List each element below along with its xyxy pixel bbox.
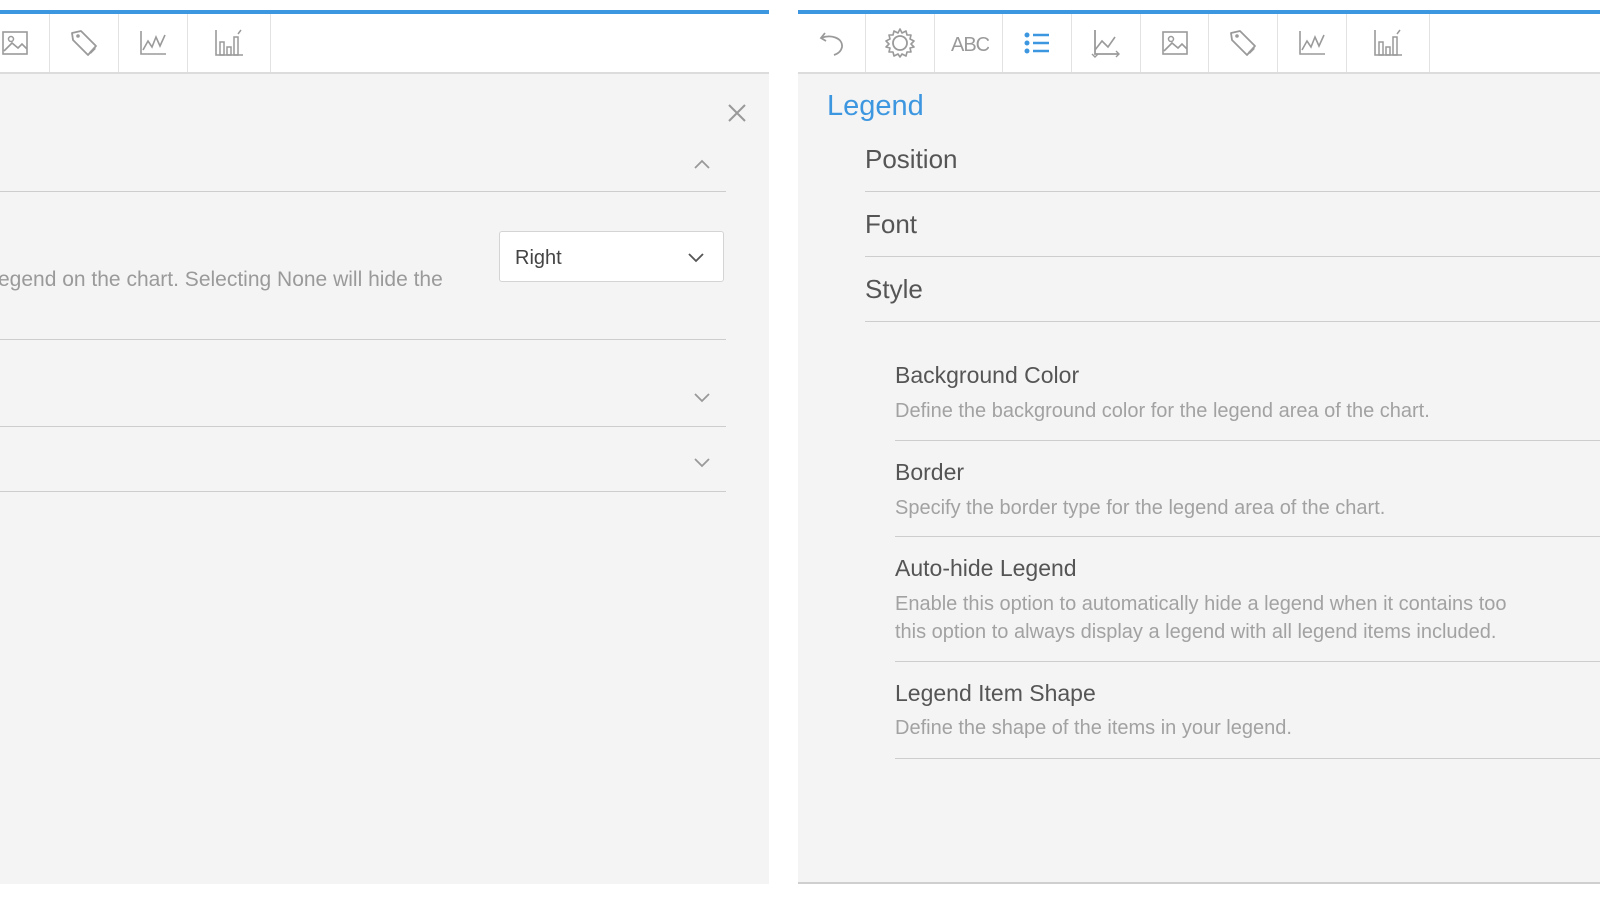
divider [895, 536, 1600, 537]
gear-icon[interactable] [866, 14, 935, 72]
position-select-value: Right [515, 247, 562, 269]
left-toolbar [0, 14, 769, 74]
abc-text-icon[interactable]: ABC [935, 14, 1003, 72]
right-settings-panel: ABC Legend Position Font Style Backgroun… [798, 10, 1600, 884]
section-font[interactable]: Font [865, 209, 917, 240]
divider [895, 758, 1600, 759]
close-icon[interactable] [726, 102, 748, 124]
image-icon[interactable] [1141, 14, 1209, 72]
panel-title: Legend [827, 90, 924, 122]
chevron-down-icon [688, 253, 704, 263]
divider [895, 661, 1600, 662]
position-description: egend on the chart. Selecting None will … [0, 268, 443, 291]
tag-icon[interactable] [1209, 14, 1278, 72]
divider [865, 256, 1600, 257]
divider [0, 426, 726, 427]
bar-chart-icon[interactable] [188, 14, 271, 72]
option-auto-hide-description-line1: Enable this option to automatically hide… [895, 593, 1507, 615]
option-legend-item-shape-description: Define the shape of the items in your le… [895, 717, 1292, 739]
chevron-down-icon[interactable] [692, 391, 712, 405]
divider [0, 191, 726, 192]
divider [895, 440, 1600, 441]
position-select[interactable]: Right [499, 231, 724, 282]
divider [865, 321, 1600, 322]
option-auto-hide-title[interactable]: Auto-hide Legend [895, 555, 1077, 582]
section-position[interactable]: Position [865, 144, 958, 175]
section-style[interactable]: Style [865, 274, 923, 305]
axis-chart-icon[interactable] [1072, 14, 1141, 72]
divider [865, 191, 1600, 192]
line-chart-icon[interactable] [119, 14, 188, 72]
chevron-up-icon[interactable] [692, 157, 712, 171]
option-auto-hide-description-line2: this option to always display a legend w… [895, 621, 1497, 643]
option-border-title[interactable]: Border [895, 459, 964, 486]
option-background-color-description: Define the background color for the lege… [895, 400, 1430, 422]
divider [0, 491, 726, 492]
undo-icon[interactable] [798, 14, 866, 72]
right-toolbar: ABC [798, 14, 1600, 74]
tag-icon[interactable] [50, 14, 119, 72]
svg-text:ABC: ABC [951, 34, 989, 56]
left-settings-panel: Right egend on the chart. Selecting None… [0, 10, 769, 884]
chevron-down-icon[interactable] [692, 456, 712, 470]
line-chart-icon[interactable] [1278, 14, 1347, 72]
option-legend-item-shape-title[interactable]: Legend Item Shape [895, 680, 1096, 707]
list-icon[interactable] [1003, 14, 1072, 72]
image-icon[interactable] [0, 14, 50, 72]
bar-chart-icon[interactable] [1347, 14, 1430, 72]
option-border-description: Specify the border type for the legend a… [895, 497, 1386, 519]
option-background-color-title[interactable]: Background Color [895, 362, 1079, 389]
divider [0, 339, 726, 340]
